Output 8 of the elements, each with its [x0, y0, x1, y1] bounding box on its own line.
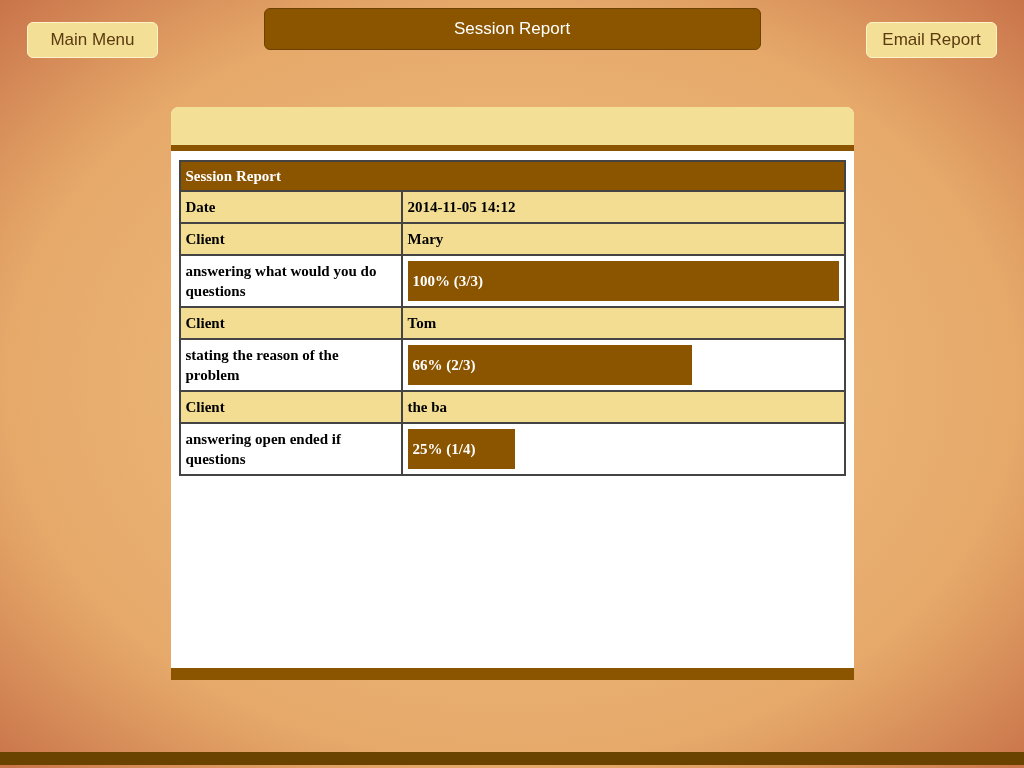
- table-title: Session Report: [179, 161, 845, 191]
- title-bar: Session Report: [263, 8, 761, 50]
- email-report-button[interactable]: Email Report: [866, 22, 997, 58]
- progress-reading: 25% (1/4): [411, 439, 476, 459]
- table-cell: answering open ended if questions: [179, 423, 402, 475]
- progress-reading: 66% (2/3): [411, 355, 476, 375]
- main-menu-button[interactable]: Main Menu: [27, 22, 158, 58]
- progress-reading: 100% (3/3): [411, 271, 483, 291]
